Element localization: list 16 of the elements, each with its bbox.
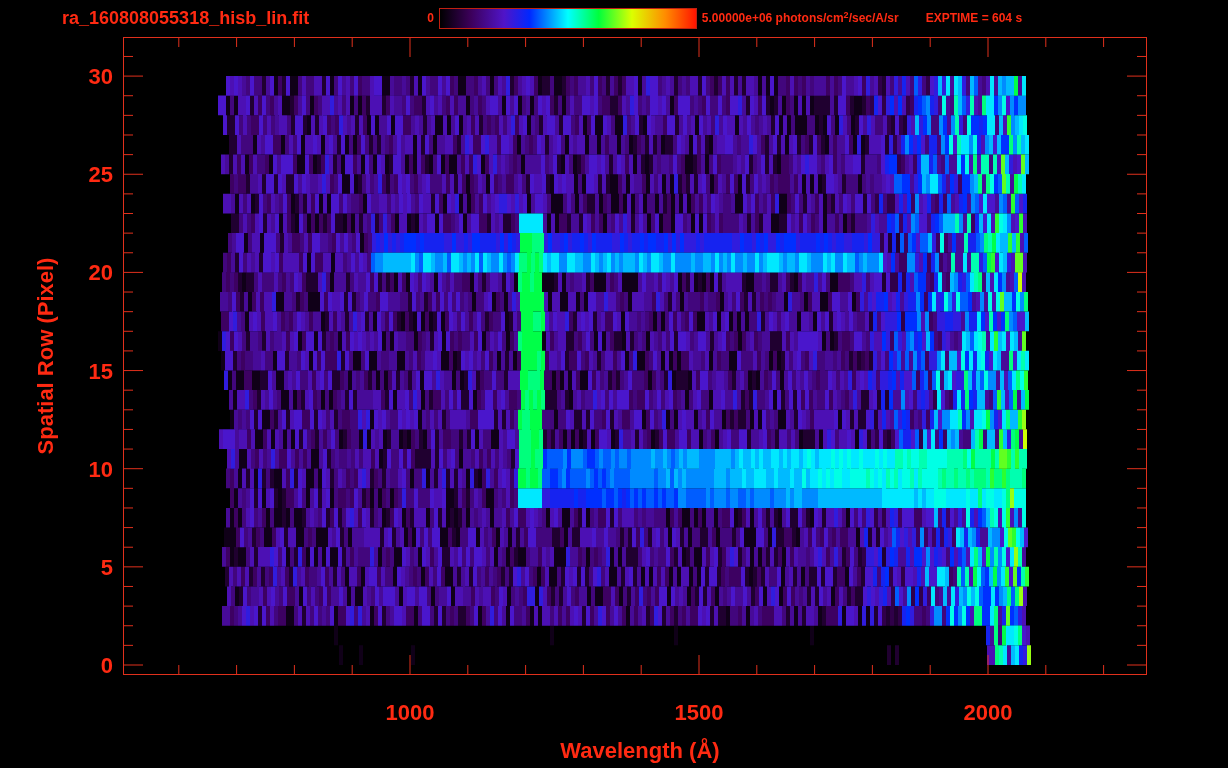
x-axis-label: Wavelength (Å): [560, 738, 720, 763]
x-tick-label: 1500: [674, 700, 724, 725]
y-tick-label: 10: [88, 456, 113, 482]
file-name: ra_160808055318_hisb_lin.fit: [62, 9, 310, 27]
y-tick-label: 15: [88, 358, 113, 384]
x-tick-label: 1000: [385, 700, 435, 725]
y-tick-label: 20: [88, 260, 113, 286]
y-tick-label: 25: [88, 162, 113, 188]
y-tick-label: 5: [100, 554, 113, 580]
y-tick-label: 30: [88, 64, 113, 90]
colorbar-max-label: 5.00000e+06 photons/cm$^{2}$/sec/A/sr: [701, 12, 899, 24]
y-axis-label: Spatial Row (Pixel): [33, 257, 58, 455]
colorbar-min-label: 0: [427, 12, 434, 24]
exposure-time: EXPTIME = 604 s: [925, 12, 1023, 24]
x-tick-label: 2000: [963, 700, 1013, 725]
y-tick-label: 0: [100, 653, 113, 678]
